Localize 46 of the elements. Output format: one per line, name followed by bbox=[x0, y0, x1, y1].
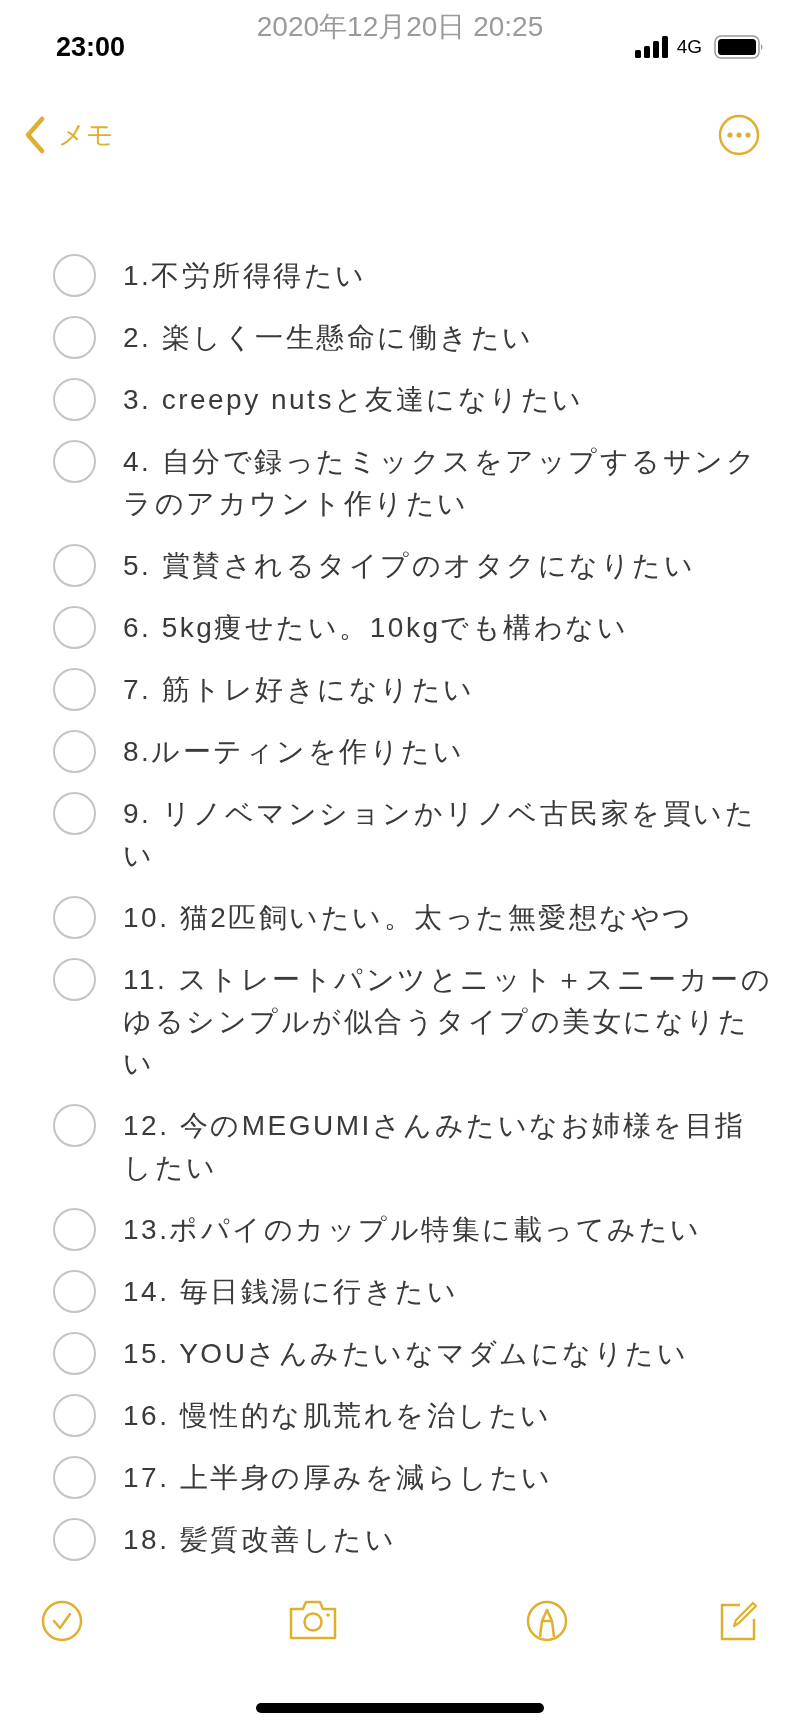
checkbox[interactable] bbox=[53, 792, 96, 835]
checklist-icon[interactable] bbox=[40, 1599, 84, 1643]
checkbox[interactable] bbox=[53, 544, 96, 587]
checklist-item-text: 6. 5kg痩せたい。10kgでも構わない bbox=[123, 611, 629, 645]
checklist-item-text: 17. 上半身の厚みを減らしたい bbox=[123, 1461, 553, 1495]
checkbox[interactable] bbox=[53, 958, 96, 1001]
checklist-item-text: 9. リノベマンションかリノベ古民家を買いたい bbox=[123, 797, 758, 873]
checklist-item-text: 15. YOUさんみたいなマダムになりたい bbox=[123, 1337, 689, 1371]
checklist-item-text: 12. 今のMEGUMIさんみたいなお姉様を目指したい bbox=[123, 1109, 747, 1185]
checkbox[interactable] bbox=[53, 1208, 96, 1251]
checkbox[interactable] bbox=[53, 1104, 96, 1147]
checkbox[interactable] bbox=[53, 378, 96, 421]
checklist-item-text: 7. 筋トレ好きになりたい bbox=[123, 673, 475, 707]
checkbox[interactable] bbox=[53, 896, 96, 939]
checklist-item-text: 1.不労所得得たい bbox=[123, 259, 367, 293]
checklist-item-text: 8.ルーティンを作りたい bbox=[123, 735, 465, 769]
checklist-item-text: 2. 楽しく一生懸命に働きたい bbox=[123, 321, 534, 355]
note-date: 2020年12月20日 20:25 bbox=[256, 10, 544, 44]
checkbox[interactable] bbox=[53, 606, 96, 649]
checkbox[interactable] bbox=[53, 316, 96, 359]
checklist-item-text: 18. 髪質改善したい bbox=[123, 1523, 397, 1557]
status-time: 23:00 bbox=[56, 30, 126, 64]
checkbox[interactable] bbox=[53, 668, 96, 711]
checkbox[interactable] bbox=[53, 1270, 96, 1313]
checkbox[interactable] bbox=[53, 1518, 96, 1561]
markup-pen-icon[interactable] bbox=[525, 1599, 570, 1643]
checkbox[interactable] bbox=[53, 1332, 96, 1375]
signal-icon bbox=[634, 36, 669, 58]
chevron-left-icon bbox=[24, 116, 46, 154]
checkbox[interactable] bbox=[53, 730, 96, 773]
network-label: 4G bbox=[676, 34, 702, 59]
checkbox[interactable] bbox=[53, 440, 96, 483]
checklist-item-text: 5. 賞賛されるタイプのオタクになりたい bbox=[123, 549, 696, 583]
back-button[interactable]: メモ bbox=[24, 114, 114, 156]
checkbox[interactable] bbox=[53, 254, 96, 297]
checklist-item-text: 10. 猫2匹飼いたい。太った無愛想なやつ bbox=[123, 901, 694, 935]
checkbox[interactable] bbox=[53, 1456, 96, 1499]
checklist-item-text: 16. 慢性的な肌荒れを治したい bbox=[123, 1399, 552, 1433]
checklist-item-text: 3. creepy nutsと友達になりたい bbox=[123, 383, 584, 417]
checklist-item-text: 14. 毎日銭湯に行きたい bbox=[123, 1275, 459, 1309]
checkbox[interactable] bbox=[53, 1394, 96, 1437]
checklist-item-text: 11. ストレートパンツとニット＋スニーカーのゆるシンプルが似合うタイプの美女になりたい bbox=[123, 963, 774, 1081]
checklist-item-text: 4. 自分で録ったミックスをアップするサンクラのアカウント作りたい bbox=[123, 445, 759, 521]
battery-icon bbox=[714, 35, 764, 59]
checklist-item-text: 13.ポパイのカップル特集に載ってみたい bbox=[123, 1213, 702, 1247]
more-icon[interactable] bbox=[718, 114, 760, 156]
